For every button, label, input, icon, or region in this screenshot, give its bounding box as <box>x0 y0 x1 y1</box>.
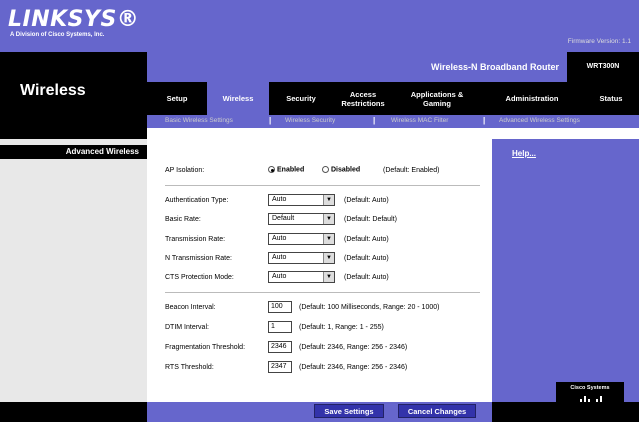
ap-isolation-default: (Default: Enabled) <box>383 167 440 174</box>
save-settings-button[interactable]: Save Settings <box>314 404 384 418</box>
cts-mode-value: Auto <box>272 273 287 280</box>
ap-isolation-disabled-option[interactable]: Disabled <box>322 166 360 173</box>
subtab-separator: | <box>373 116 376 125</box>
tab-access-restrictions[interactable]: Access Restrictions <box>333 82 393 115</box>
ap-isolation-enabled-option[interactable]: Enabled <box>268 166 304 173</box>
tx-rate-default: (Default: Auto) <box>344 236 389 243</box>
basic-rate-label: Basic Rate: <box>165 216 201 223</box>
tx-rate-label: Transmission Rate: <box>165 236 226 243</box>
dtim-interval-label: DTIM Interval: <box>165 324 209 331</box>
tab-security[interactable]: Security <box>269 82 333 115</box>
beacon-interval-label: Beacon Interval: <box>165 304 216 311</box>
frag-threshold-default: (Default: 2346, Range: 256 - 2346) <box>299 344 408 351</box>
cancel-changes-button[interactable]: Cancel Changes <box>398 404 476 418</box>
help-panel: Help... Cisco Systems <box>492 139 639 412</box>
rts-threshold-default: (Default: 2346, Range: 256 - 2346) <box>299 364 408 371</box>
n-tx-rate-value: Auto <box>272 254 287 261</box>
subtab-advanced-wireless[interactable]: Advanced Wireless Settings <box>499 117 580 124</box>
logo-subtitle: A Division of Cisco Systems, Inc. <box>10 32 105 38</box>
tx-rate-select[interactable]: Auto ▼ <box>268 233 335 245</box>
header-bar: LINKSYS® A Division of Cisco Systems, In… <box>0 0 639 52</box>
subtab-basic-wireless[interactable]: Basic Wireless Settings <box>165 117 233 124</box>
subtab-separator: | <box>269 116 272 125</box>
n-tx-rate-select[interactable]: Auto ▼ <box>268 252 335 264</box>
tab-status[interactable]: Status <box>583 82 639 115</box>
help-link[interactable]: Help... <box>512 149 536 158</box>
linksys-logo: LINKSYS® <box>8 7 140 32</box>
main-tabs: Setup Wireless Security Access Restricti… <box>147 82 639 115</box>
tab-applications-gaming[interactable]: Applications & Gaming <box>393 82 481 115</box>
cts-mode-label: CTS Protection Mode: <box>165 274 234 281</box>
tab-administration[interactable]: Administration <box>481 82 583 115</box>
chevron-down-icon: ▼ <box>323 195 334 205</box>
auth-type-value: Auto <box>272 196 287 203</box>
firmware-version: Firmware Version: 1.1 <box>567 38 631 45</box>
sub-tabs: Basic Wireless Settings | Wireless Secur… <box>147 115 639 128</box>
beacon-interval-default: (Default: 100 Milliseconds, Range: 20 - … <box>299 304 440 311</box>
ap-isolation-label: AP Isolation: <box>165 167 205 174</box>
radio-enabled[interactable] <box>268 166 275 173</box>
frag-threshold-label: Fragmentation Threshold: <box>165 344 246 351</box>
auth-type-label: Authentication Type: <box>165 197 229 204</box>
dtim-interval-input[interactable]: 1 <box>268 321 292 333</box>
model-badge: WRT300N <box>567 52 639 82</box>
chevron-down-icon: ▼ <box>323 253 334 263</box>
basic-rate-value: Default <box>272 215 295 222</box>
product-bar: Wireless-N Broadband Router <box>147 52 567 82</box>
divider <box>165 185 480 186</box>
basic-rate-default: (Default: Default) <box>344 216 397 223</box>
radio-disabled-label: Disabled <box>331 166 361 174</box>
cts-mode-select[interactable]: Auto ▼ <box>268 271 335 283</box>
chevron-down-icon: ▼ <box>323 234 334 244</box>
basic-rate-select[interactable]: Default ▼ <box>268 213 335 225</box>
divider <box>165 292 480 293</box>
radio-enabled-label: Enabled <box>277 166 305 174</box>
product-name: Wireless-N Broadband Router <box>431 62 559 72</box>
rts-threshold-input[interactable]: 2347 <box>268 361 292 373</box>
left-panel <box>0 139 147 402</box>
radio-disabled[interactable] <box>322 166 329 173</box>
subtab-mac-filter[interactable]: Wireless MAC Filter <box>391 117 448 124</box>
section-header: Wireless <box>0 52 147 139</box>
subtab-separator: | <box>483 116 486 125</box>
subtab-wireless-security[interactable]: Wireless Security <box>285 117 335 124</box>
tx-rate-value: Auto <box>272 235 287 242</box>
n-tx-rate-label: N Transmission Rate: <box>165 255 232 262</box>
chevron-down-icon: ▼ <box>323 214 334 224</box>
cts-mode-default: (Default: Auto) <box>344 274 389 281</box>
left-section-label: Advanced Wireless <box>0 145 147 159</box>
auth-type-default: (Default: Auto) <box>344 197 389 204</box>
page-title: Wireless <box>20 82 86 99</box>
auth-type-select[interactable]: Auto ▼ <box>268 194 335 206</box>
n-tx-rate-default: (Default: Auto) <box>344 255 389 262</box>
chevron-down-icon: ▼ <box>323 272 334 282</box>
dtim-interval-default: (Default: 1, Range: 1 - 255) <box>299 324 384 331</box>
tab-wireless[interactable]: Wireless <box>207 82 269 115</box>
beacon-interval-input[interactable]: 100 <box>268 301 292 313</box>
tab-setup[interactable]: Setup <box>147 82 207 115</box>
rts-threshold-label: RTS Threshold: <box>165 364 214 371</box>
frag-threshold-input[interactable]: 2346 <box>268 341 292 353</box>
